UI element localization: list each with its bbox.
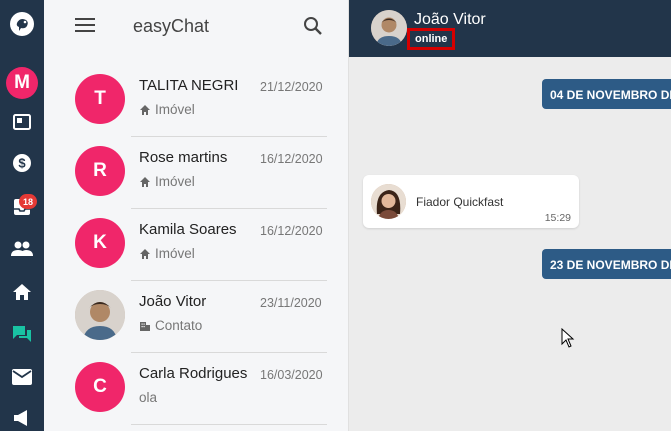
building-icon (140, 321, 150, 331)
contact-name: Kamila Soares (139, 221, 237, 238)
app-title: easyChat (133, 16, 210, 36)
chat-subtitle-text: Contato (155, 318, 203, 333)
contact-name: Rose martins (139, 149, 228, 166)
status-badge: online (407, 28, 456, 50)
date-separator: 04 DE NOVEMBRO DE (542, 79, 671, 109)
dollar-icon[interactable]: $ (11, 152, 33, 174)
chat-date: 23/11/2020 (260, 296, 322, 310)
contact-name: João Vitor (414, 11, 486, 28)
mail-icon[interactable] (11, 366, 33, 388)
contact-name: João Vitor (139, 293, 207, 310)
chat-date: 16/12/2020 (260, 152, 323, 166)
chat-list-item[interactable]: R Rose martins 16/12/2020 Imóvel (44, 137, 349, 209)
contact-avatar: K (75, 218, 125, 268)
megaphone-icon[interactable] (11, 407, 33, 429)
contact-name: Carla Rodrigues (139, 365, 248, 382)
app-window: M $ 18 easyChat T TALITA NEGRI 21/12/202… (0, 0, 671, 431)
mouse-cursor-icon (561, 328, 575, 348)
message-text: Fiador Quickfast (416, 195, 504, 209)
message-bubble[interactable]: Fiador Quickfast 15:29 (363, 175, 579, 228)
conversation-header: João Vitor online (349, 0, 671, 57)
chat-date: 16/03/2020 (260, 368, 323, 382)
home-icon (140, 248, 150, 259)
chat-list-item[interactable]: T TALITA NEGRI 21/12/2020 Imóvel (44, 65, 349, 137)
chat-subtitle-text: Imóvel (155, 174, 195, 189)
chat-date: 16/12/2020 (260, 224, 323, 238)
chat-subtitle: Imóvel (139, 174, 195, 189)
chat-list-item[interactable]: João Vitor 23/11/2020 Contato (44, 281, 349, 353)
chat-list-item[interactable]: C Carla Rodrigues 16/03/2020 ola (44, 353, 349, 425)
home-icon (140, 104, 150, 115)
chat-subtitle: Imóvel (139, 246, 195, 261)
people-icon[interactable] (11, 238, 33, 260)
message-time: 15:29 (544, 212, 571, 224)
home-icon (140, 176, 150, 187)
contact-avatar-photo (75, 290, 125, 340)
contact-avatar: T (75, 74, 125, 124)
svg-text:$: $ (18, 156, 26, 171)
chat-icon[interactable] (11, 323, 33, 345)
contact-name: TALITA NEGRI (139, 77, 239, 94)
divider (131, 424, 327, 425)
chat-subtitle-text: ola (139, 390, 158, 405)
chat-list-item[interactable]: K Kamila Soares 16/12/2020 Imóvel (44, 209, 349, 281)
sender-avatar (371, 184, 406, 219)
chat-date: 21/12/2020 (260, 80, 323, 94)
conversation-panel: João Vitor online 04 DE NOVEMBRO DE Fiad… (349, 0, 671, 431)
search-icon[interactable] (303, 16, 323, 36)
contact-avatar: R (75, 146, 125, 196)
contact-avatar-photo[interactable] (371, 10, 407, 46)
chat-subtitle: Imóvel (139, 102, 195, 117)
chat-list-panel: easyChat T TALITA NEGRI 21/12/2020 Imóve… (44, 0, 349, 431)
menu-icon[interactable] (75, 17, 95, 33)
chat-subtitle: ola (139, 390, 157, 405)
logo-icon[interactable] (9, 11, 35, 37)
date-separator: 23 DE NOVEMBRO DE (542, 249, 671, 279)
chat-subtitle-text: Imóvel (155, 102, 195, 117)
chat-subtitle: Contato (139, 318, 202, 333)
user-avatar[interactable]: M (6, 67, 38, 99)
dashboard-icon[interactable] (11, 111, 33, 133)
chat-subtitle-text: Imóvel (155, 246, 195, 261)
home-icon[interactable] (11, 281, 33, 303)
nav-rail: M $ 18 (0, 0, 44, 431)
contact-avatar: C (75, 362, 125, 412)
notification-badge: 18 (19, 194, 37, 209)
chat-list-header: easyChat (44, 0, 348, 52)
